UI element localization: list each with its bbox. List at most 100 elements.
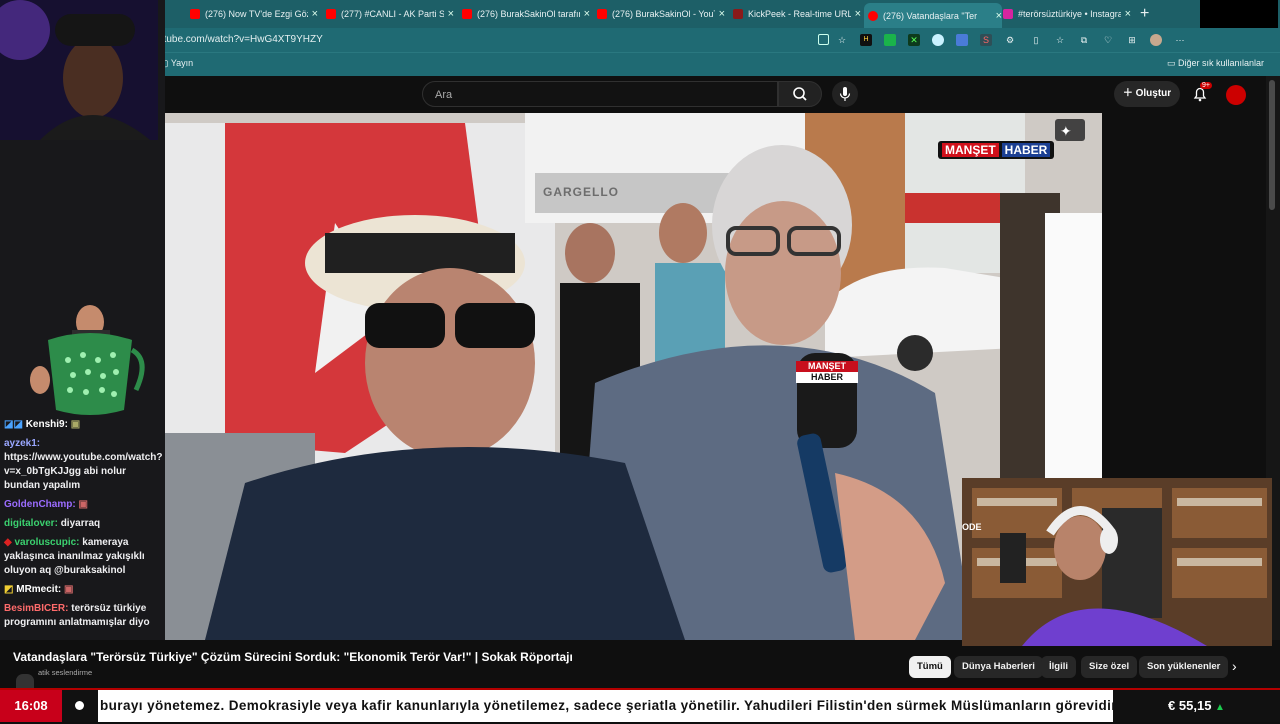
- star-icon[interactable]: ☆: [836, 34, 848, 46]
- chat-username[interactable]: BesimBICER:: [4, 603, 68, 614]
- create-button[interactable]: ＋ Oluştur: [1114, 81, 1180, 107]
- browser-tab[interactable]: (276) BurakSakinOl - YouTu ×: [597, 4, 725, 24]
- browser-tab[interactable]: #terörsüztürkiye • Instagram ×: [1003, 4, 1131, 24]
- extension-icon[interactable]: S: [980, 34, 992, 46]
- more-icon[interactable]: ⋯: [1174, 34, 1186, 46]
- close-icon[interactable]: ×: [719, 8, 725, 20]
- extension-icon[interactable]: [932, 34, 944, 46]
- browser-tab-bar: (276) Now TV'de Ezgi Göze × (277) #CANLI…: [0, 0, 1280, 56]
- chat-message: BesimBICER: terörsüz türkiye programını …: [4, 602, 164, 630]
- chip-related[interactable]: İlgili: [1041, 656, 1076, 678]
- mic-flag-text: HABER: [796, 372, 858, 383]
- tab-label: (276) BurakSakinOl - YouTu: [612, 9, 715, 19]
- badge-icon: ◪◪: [4, 419, 23, 430]
- youtube-header: Ara ＋ Oluştur 9+: [158, 76, 1280, 114]
- stream-sidebar: ◪◪ Kenshi9: ▣ ayzek1: https://www.youtub…: [0, 0, 165, 640]
- close-icon[interactable]: ×: [448, 8, 454, 20]
- currency-value: € 55,15: [1168, 698, 1212, 713]
- tab-label: (277) #CANLI - AK Parti Söz: [341, 9, 444, 19]
- url-field[interactable]: utube.com/watch?v=HwG4XT9YHZY: [158, 34, 323, 45]
- chat-username[interactable]: ayzek1:: [4, 438, 40, 449]
- trend-up-icon: ▲: [1215, 702, 1225, 713]
- cam-feed: [962, 478, 1272, 646]
- tab-label: #terörsüztürkiye • Instagram: [1018, 9, 1121, 19]
- browser-tab-active[interactable]: (276) Vatandaşlara "Ter ×: [864, 3, 1002, 28]
- search-input[interactable]: Ara: [422, 81, 778, 107]
- mug-emote: [30, 305, 145, 415]
- tab-label: (276) Now TV'de Ezgi Göze: [205, 9, 308, 19]
- screenshot-icon[interactable]: ⊞: [1126, 34, 1138, 46]
- chat-username[interactable]: digitalover:: [4, 518, 58, 529]
- dubbing-note: atik seslendirme: [38, 668, 93, 677]
- scrollbar-thumb[interactable]: [1269, 80, 1275, 210]
- collections-icon[interactable]: ⧉: [1078, 34, 1090, 46]
- other-bookmarks[interactable]: ▭ Diğer sık kullanılanlar: [1167, 58, 1264, 69]
- close-icon[interactable]: ×: [312, 8, 318, 20]
- shop-sign: GARGELLO: [543, 185, 619, 199]
- browser-tab[interactable]: (277) #CANLI - AK Parti Söz ×: [326, 4, 454, 24]
- chip-world-news[interactable]: Dünya Haberleri: [954, 656, 1043, 678]
- search-icon: [793, 87, 807, 101]
- chat-username[interactable]: MRmecit:: [16, 584, 61, 595]
- browser-tab[interactable]: (276) BurakSakinOl tarafınd ×: [462, 4, 590, 24]
- chat-username[interactable]: GoldenChamp:: [4, 499, 76, 510]
- live-dot-icon: [75, 701, 84, 710]
- sidebar-icon[interactable]: ▯: [1030, 34, 1042, 46]
- bookmark-label: Diğer sık kullanılanlar: [1177, 58, 1264, 68]
- chip-all[interactable]: Tümü: [909, 656, 951, 678]
- install-icon[interactable]: [818, 34, 829, 45]
- tab-label: (276) BurakSakinOl tarafınd: [477, 9, 580, 19]
- sparkle-icon[interactable]: ✦: [1060, 123, 1072, 140]
- youtube-icon: [326, 9, 336, 19]
- sign-text: ODE: [962, 522, 982, 532]
- chat-message: ayzek1: https://www.youtube.com/watch?v=…: [4, 437, 164, 493]
- channel-avatar[interactable]: [1226, 85, 1246, 105]
- puzzle-icon[interactable]: ⚙: [1004, 34, 1016, 46]
- chat-message: GoldenChamp: ▣: [4, 498, 164, 512]
- streamer-overlay-cam: ODE: [962, 478, 1272, 646]
- chat-username[interactable]: varoluscupic:: [14, 537, 79, 548]
- search-button[interactable]: [778, 81, 822, 107]
- chip-for-you[interactable]: Size özel: [1081, 656, 1138, 678]
- youtube-icon: [190, 9, 200, 19]
- new-tab-button[interactable]: +: [1140, 5, 1149, 23]
- live-chat: ◪◪ Kenshi9: ▣ ayzek1: https://www.youtub…: [4, 418, 164, 635]
- bookmarks-bar: ▢ Yayın ▭ Diğer sık kullanılanlar: [0, 52, 1280, 76]
- browser-tab[interactable]: KickPeek - Real-time URL C ×: [733, 4, 861, 24]
- profile-avatar[interactable]: [1150, 34, 1162, 46]
- close-icon[interactable]: ×: [855, 8, 861, 20]
- extension-icon[interactable]: H: [860, 34, 872, 46]
- chip-recent[interactable]: Son yüklenenler: [1139, 656, 1229, 678]
- notification-badge: 9+: [1200, 82, 1212, 89]
- translate-icon[interactable]: [956, 34, 968, 46]
- heart-icon[interactable]: ♡: [1102, 34, 1114, 46]
- tab-label: KickPeek - Real-time URL C: [748, 9, 851, 19]
- extension-icon[interactable]: ✕: [908, 34, 920, 46]
- chat-username[interactable]: Kenshi9:: [26, 419, 68, 430]
- streamer-webcam: [0, 0, 158, 140]
- chat-message: ◩ MRmecit: ▣: [4, 583, 164, 597]
- currency-rate: € 55,15 ▲: [1113, 690, 1280, 722]
- chat-message: ◪◪ Kenshi9: ▣: [4, 418, 164, 432]
- youtube-icon: [868, 10, 878, 21]
- browser-tab[interactable]: (276) Now TV'de Ezgi Göze ×: [190, 4, 318, 24]
- ticker-clock: 16:08: [0, 690, 62, 722]
- chevron-right-icon[interactable]: ›: [1232, 658, 1237, 674]
- dubbing-icon: [16, 674, 34, 688]
- extension-icon[interactable]: [884, 34, 896, 46]
- close-icon[interactable]: ×: [1125, 8, 1131, 20]
- close-icon[interactable]: ×: [584, 8, 590, 20]
- voice-search-button[interactable]: [832, 81, 858, 107]
- address-bar: utube.com/watch?v=HwG4XT9YHZY ☆ H ✕ S ⚙ …: [0, 28, 1280, 52]
- kickpeek-icon: [733, 9, 743, 19]
- ticker-headline: burayı yönetemez. Demokrasiyle veya kafi…: [98, 690, 1113, 722]
- close-icon[interactable]: ×: [996, 10, 1002, 22]
- chat-text: https://www.youtube.com/watch?v=x_0bTgKJ…: [4, 452, 163, 491]
- channel-logo: MANŞET HABER: [938, 141, 1055, 159]
- instagram-icon: [1003, 9, 1013, 19]
- youtube-icon: [462, 9, 472, 19]
- mic-flag-text: MANŞET: [796, 361, 858, 372]
- emote-icon: ▣: [78, 499, 88, 510]
- favorites-icon[interactable]: ☆: [1054, 34, 1066, 46]
- emote-icon: ▣: [64, 584, 74, 595]
